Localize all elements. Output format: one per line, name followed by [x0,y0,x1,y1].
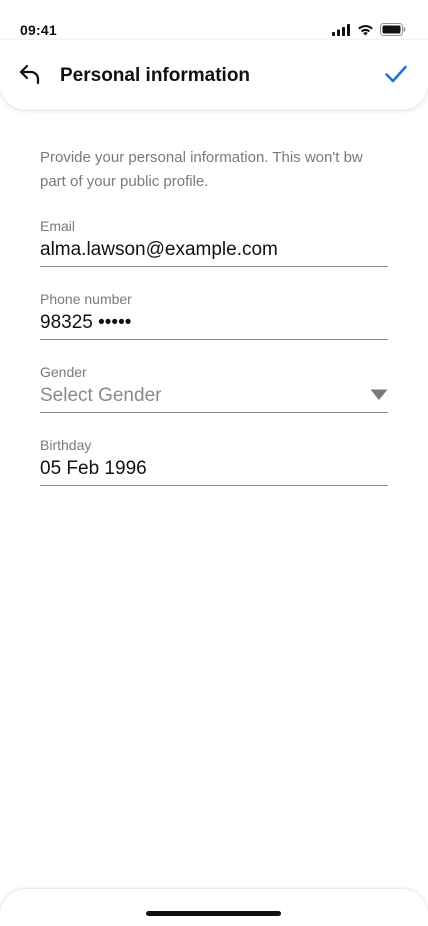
confirm-button[interactable] [380,60,412,92]
intro-text: Provide your personal information. This … [40,149,363,190]
birthday-field-group: Birthday 05 Feb 1996 [40,437,388,510]
home-indicator[interactable] [146,911,281,916]
phone-field[interactable]: 98325 ••••• [40,312,131,334]
battery-icon [380,23,406,36]
bottom-bar [0,889,428,926]
form-content: Provide your personal information. This … [40,146,388,510]
email-field-group: Email alma.lawson@example.com [40,218,388,291]
gender-select[interactable]: Select Gender [40,385,161,407]
page-title: Personal information [60,65,251,86]
header-bar: Personal information [0,40,428,110]
back-button[interactable] [14,60,46,92]
status-time: 09:41 [20,22,57,38]
gender-underline [40,412,388,413]
gender-label: Gender [40,364,87,380]
undo-back-arrow-icon [18,63,42,90]
email-label: Email [40,218,76,234]
email-field[interactable]: alma.lawson@example.com [40,239,278,261]
birthday-underline [40,485,388,486]
personal-information-screen: 09:41 Personal information Provide your … [0,0,428,926]
phone-label: Phone number [40,291,132,307]
phone-underline [40,339,388,340]
cellular-signal-icon [332,23,351,36]
status-icons [332,23,406,36]
checkmark-icon [384,64,408,89]
gender-field-group: Gender Select Gender [40,364,388,437]
dropdown-caret-icon[interactable] [370,388,388,400]
phone-field-group: Phone number 98325 ••••• [40,291,388,364]
birthday-field[interactable]: 05 Feb 1996 [40,458,147,480]
birthday-label: Birthday [40,437,92,453]
wifi-icon [357,24,374,36]
email-underline [40,266,388,267]
